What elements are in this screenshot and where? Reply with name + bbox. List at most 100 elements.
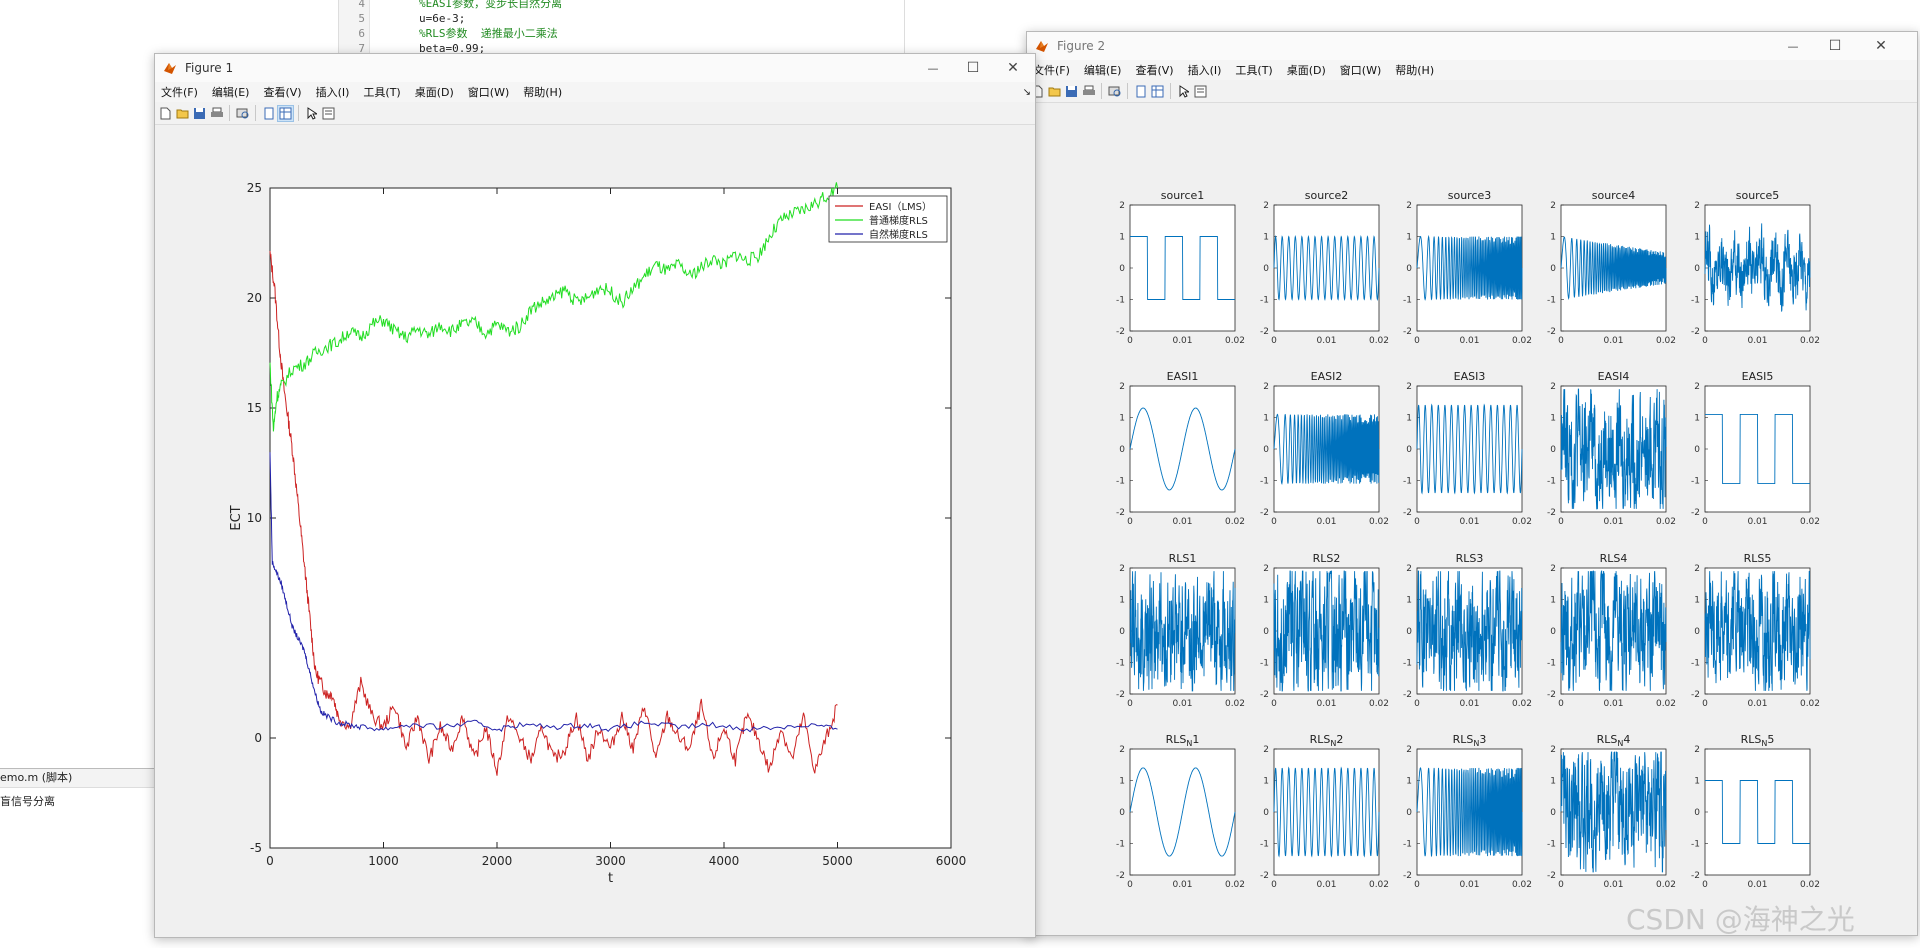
subplot: EASI3210-1-20 0.01 0.02 [1403,370,1532,527]
menu-item-4[interactable]: 工具(T) [363,84,400,100]
subplot-x-tick-label: 0.02 [1656,699,1676,709]
dock-arrow-icon[interactable]: ↘ [1023,87,1031,98]
subplot-x-tick-label: 0 [1558,880,1564,890]
csdn-watermark: CSDN @海神之光 [1626,903,1855,936]
subplot-x-tick-label: 0 [1414,336,1420,346]
inspector-icon[interactable] [320,105,337,122]
subplot-y-tick-label: -1 [1547,840,1556,850]
maximize-button[interactable]: ☐ [953,54,993,82]
subplot: RLSN4210-1-20 0.01 0.02 [1547,733,1676,890]
menu-item-2[interactable]: 查看(V) [263,84,301,100]
subplot-x-tick-label: 0.01 [1172,699,1192,709]
subplot-x-tick-label: 0.02 [1512,699,1532,709]
minimize-button[interactable]: — [913,54,953,82]
x-tick-label: 0 [266,854,274,868]
subplot-x-tick-label: 0 [1702,517,1708,527]
menu-item-1[interactable]: 编辑(E) [1084,62,1122,78]
subplot-x-tick-label: 0.01 [1316,880,1336,890]
code-text[interactable]: %EASI参数，变步长自然分离 [419,0,562,11]
print-preview-icon[interactable] [234,105,251,122]
menu-item-3[interactable]: 插入(I) [316,84,350,100]
subplot: RLSN1210-1-20 0.01 0.02 [1116,733,1245,890]
figure1-menubar: 文件(F) 编辑(E) 查看(V) 插入(I) 工具(T) 桌面(D) 窗口(W) 帮助(H)… [155,82,1035,102]
menu-item-4[interactable]: 工具(T) [1235,62,1272,78]
menu-item-2[interactable]: 查看(V) [1135,62,1173,78]
subplot-y-tick-label: 2 [1263,201,1269,211]
y-tick-label: 25 [247,181,262,195]
property-editor-icon[interactable] [277,104,294,122]
menu-item-7[interactable]: 帮助(H) [523,84,562,100]
y-axis-label: ECT [229,505,244,530]
subplot-title: RLSN3 [1453,733,1487,748]
save-icon[interactable] [1063,83,1080,100]
subplot-x-tick-label: 0.02 [1369,880,1389,890]
subplot-title: RLSN5 [1741,733,1775,748]
menu-item-1[interactable]: 编辑(E) [212,84,250,100]
property-editor-icon[interactable] [1149,83,1166,100]
print-icon[interactable] [208,105,225,122]
menu-item-6[interactable]: 窗口(W) [468,84,509,100]
close-button[interactable]: ✕ [1861,32,1901,60]
subplot-y-tick-label: 0 [1119,264,1125,274]
menu-item-7[interactable]: 帮助(H) [1395,62,1434,78]
menu-item-3[interactable]: 插入(I) [1188,62,1222,78]
save-icon[interactable] [191,105,208,122]
subplot-y-tick-label: 2 [1406,382,1412,392]
subplot-y-tick-label: 1 [1263,233,1269,243]
code-text[interactable]: u=6e-3; [419,11,465,26]
script-text: 盲信号分离 [0,795,55,808]
subplot-x-tick-label: 0.01 [1747,336,1767,346]
subplot-x-tick-label: 0 [1127,699,1133,709]
open-folder-icon[interactable] [174,105,191,122]
subplot-y-tick-label: -1 [1691,477,1700,487]
inspector-icon[interactable] [1192,83,1209,100]
pointer-icon[interactable] [1175,83,1192,100]
subplot-y-tick-label: 0 [1694,264,1700,274]
figure2-titlebar[interactable]: Figure 2 — ☐ ✕ [1027,32,1917,60]
subplot-y-tick-label: 1 [1263,414,1269,424]
y-tick-label: -5 [250,841,262,855]
subplot: EASI5210-1-20 0.01 0.02 [1691,370,1820,527]
subplot-y-tick-label: 1 [1406,414,1412,424]
minimize-button[interactable]: — [1773,32,1813,60]
subplot: RLSN5210-1-20 0.01 0.02 [1691,733,1820,890]
menu-item-0[interactable]: 文件(F) [1033,62,1070,78]
subplot: RLS3210-1-20 0.01 0.02 [1403,552,1532,709]
figure1-titlebar[interactable]: Figure 1 — ☐ ✕ [155,54,1035,82]
figure2-title: Figure 2 [1057,39,1106,53]
subplot-y-tick-label: -1 [1116,659,1125,669]
pointer-icon[interactable] [303,105,320,122]
subplot-y-tick-label: -1 [1403,840,1412,850]
subplot-title: EASI4 [1598,370,1630,383]
subplot-x-tick-label: 0 [1558,517,1564,527]
subplot: EASI1210-1-20 0.01 0.02 [1116,370,1245,527]
subplot: source2210-1-20 0.01 0.02 [1260,189,1389,346]
print-icon[interactable] [1080,83,1097,100]
y-tick-label: 15 [247,401,262,415]
menu-item-0[interactable]: 文件(F) [161,84,198,100]
new-file-icon[interactable] [157,105,174,122]
menu-item-6[interactable]: 窗口(W) [1340,62,1381,78]
legend-entry: 自然梯度RLS [869,228,928,241]
subplot-title: source2 [1305,189,1349,202]
dock-icon[interactable] [260,105,277,122]
subplot-y-tick-label: -2 [1403,871,1412,881]
subplot: RLS4210-1-20 0.01 0.02 [1547,552,1676,709]
subplot-y-tick-label: 0 [1263,264,1269,274]
subplot-y-tick-label: 2 [1263,382,1269,392]
maximize-button[interactable]: ☐ [1815,32,1855,60]
subplot-y-tick-label: 1 [1550,596,1556,606]
code-text[interactable]: %RLS参数 递推最小二乘法 [419,26,558,41]
subplot-y-tick-label: 1 [1694,777,1700,787]
script-tab[interactable]: emo.m (脚本) [0,768,155,788]
menu-item-5[interactable]: 桌面(D) [415,84,454,100]
subplot-y-tick-label: 0 [1550,627,1556,637]
print-preview-icon[interactable] [1106,83,1123,100]
menu-item-5[interactable]: 桌面(D) [1287,62,1326,78]
subplot-y-tick-label: -2 [1547,871,1556,881]
open-folder-icon[interactable] [1046,83,1063,100]
close-button[interactable]: ✕ [993,54,1033,82]
dock-icon[interactable] [1132,83,1149,100]
subplot-y-tick-label: -2 [1403,327,1412,337]
toolbar-separator [229,105,230,121]
